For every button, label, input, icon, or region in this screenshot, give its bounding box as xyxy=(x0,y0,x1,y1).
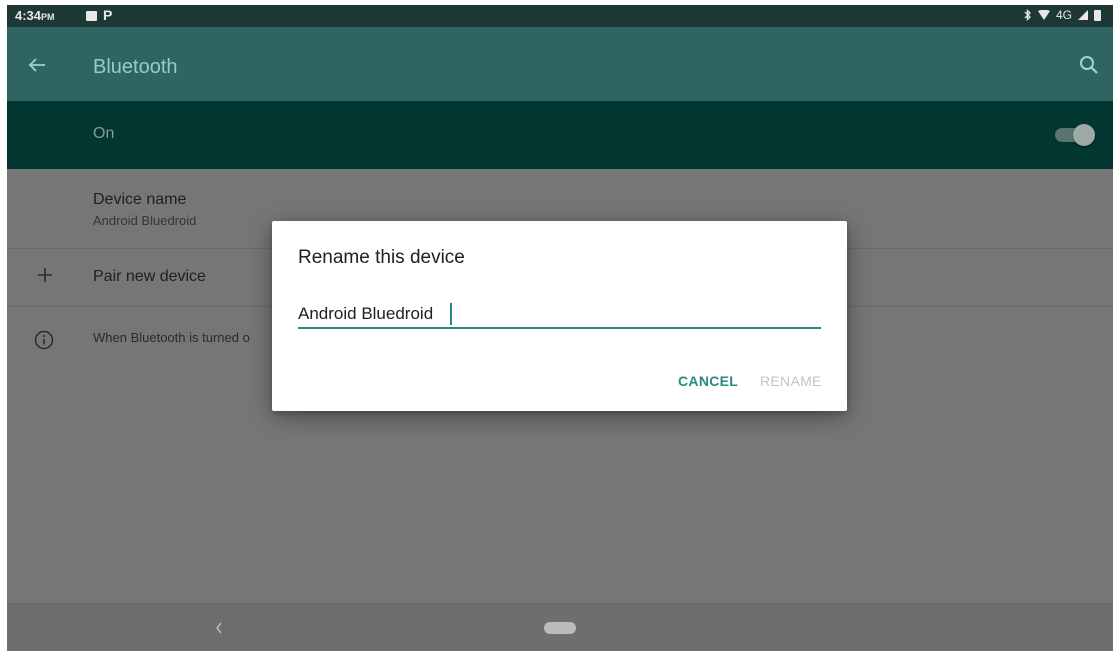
toggle-thumb[interactable] xyxy=(1073,124,1095,146)
parking-notification-icon: P xyxy=(103,7,113,23)
search-icon[interactable] xyxy=(1077,53,1101,77)
bluetooth-icon xyxy=(1024,9,1031,21)
image-notification-icon xyxy=(86,11,97,21)
battery-icon xyxy=(1094,9,1101,21)
device-name-input[interactable] xyxy=(298,301,821,327)
rename-button[interactable]: RENAME xyxy=(760,373,822,389)
home-pill-icon[interactable] xyxy=(544,622,576,634)
device-name-value: Android Bluedroid xyxy=(93,213,197,228)
cell-signal-icon xyxy=(1078,10,1088,20)
plus-icon xyxy=(38,268,52,282)
device-name-field[interactable] xyxy=(298,301,821,329)
status-time: 4:34PM xyxy=(15,8,55,23)
dialog-title: Rename this device xyxy=(298,247,465,268)
pair-new-device-label: Pair new device xyxy=(93,268,206,285)
info-text: When Bluetooth is turned o xyxy=(93,330,250,345)
device-name-title: Device name xyxy=(93,191,187,208)
back-nav-icon[interactable] xyxy=(213,620,225,636)
status-icons: 4G xyxy=(1024,8,1101,22)
bluetooth-master-switch[interactable]: On xyxy=(7,101,1113,169)
info-icon xyxy=(34,330,54,350)
wifi-icon xyxy=(1037,10,1050,20)
arrow-left-icon[interactable] xyxy=(25,53,49,77)
app-bar: Bluetooth xyxy=(7,27,1113,101)
cancel-button[interactable]: CANCEL xyxy=(678,373,738,389)
page-title: Bluetooth xyxy=(93,56,178,78)
navigation-bar xyxy=(7,603,1113,651)
rename-dialog: Rename this device CANCEL RENAME xyxy=(272,221,847,411)
switch-label: On xyxy=(93,125,115,142)
device-screen: 4:34PM P 4G Bluetooth On Device name And… xyxy=(7,5,1113,651)
network-type: 4G xyxy=(1055,8,1072,22)
status-bar: 4:34PM P 4G xyxy=(7,5,1113,27)
text-cursor xyxy=(450,303,452,325)
